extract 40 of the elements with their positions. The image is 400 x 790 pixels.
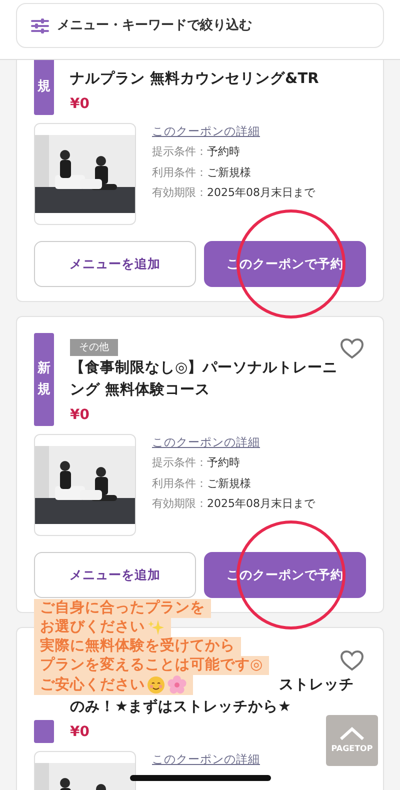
coupon-title: ストレッチ	[279, 676, 355, 695]
reserve-button[interactable]: このクーポンで予約	[204, 241, 366, 287]
reserve-button[interactable]: このクーポンで予約	[204, 552, 366, 598]
filter-bar[interactable]: メニュー・キーワードで絞り込む	[16, 3, 384, 48]
flower-icon	[167, 675, 187, 695]
condition-label: 有効期限：	[152, 496, 207, 512]
coupon-title: のみ！★まずはストレッチから★	[70, 698, 292, 717]
filter-label: メニュー・キーワードで絞り込む	[57, 16, 252, 35]
add-menu-button[interactable]: メニューを追加	[34, 241, 196, 287]
category-tag: その他	[70, 339, 118, 356]
new-badge: 新規	[34, 333, 54, 426]
coupon-detail-link[interactable]: このクーポンの詳細	[152, 434, 315, 452]
price: ¥0	[70, 723, 90, 742]
heart-icon[interactable]	[340, 338, 364, 360]
smiling-face-icon	[147, 676, 165, 694]
condition-value: 2025年08月末日まで	[207, 185, 315, 202]
condition-label: 利用条件：	[152, 476, 207, 492]
badge-bar	[34, 720, 54, 743]
price: ¥0	[70, 95, 90, 114]
price: ¥0	[70, 406, 90, 425]
condition-label: 利用条件：	[152, 164, 207, 181]
coupon-title: ング 無料体験コース	[70, 380, 212, 400]
coupon-title: 【食事制限なし◎】パーソナルトレーニ	[70, 358, 339, 378]
sparkle-icon	[147, 618, 165, 636]
condition-label: 提示条件：	[152, 144, 207, 160]
condition-value: 2025年08月末日まで	[207, 496, 315, 512]
add-menu-button[interactable]: メニューを追加	[34, 552, 196, 598]
condition-value: 予約時	[207, 455, 240, 472]
chevron-up-icon	[339, 726, 365, 740]
heart-icon[interactable]	[340, 650, 364, 672]
coupon-detail-link[interactable]: このクーポンの詳細	[152, 751, 260, 768]
new-badge: 規	[34, 60, 54, 115]
condition-value: ご新規様	[207, 476, 251, 492]
filter-icon	[31, 18, 49, 34]
coupon-detail-link[interactable]: このクーポンの詳細	[152, 123, 315, 140]
condition-label: 提示条件：	[152, 455, 207, 472]
condition-value: ご新規様	[207, 164, 251, 181]
coupon-title: ナルプラン 無料カウンセリング&TR	[70, 70, 320, 89]
condition-label: 有効期限：	[152, 185, 207, 202]
condition-value: 予約時	[207, 144, 240, 160]
